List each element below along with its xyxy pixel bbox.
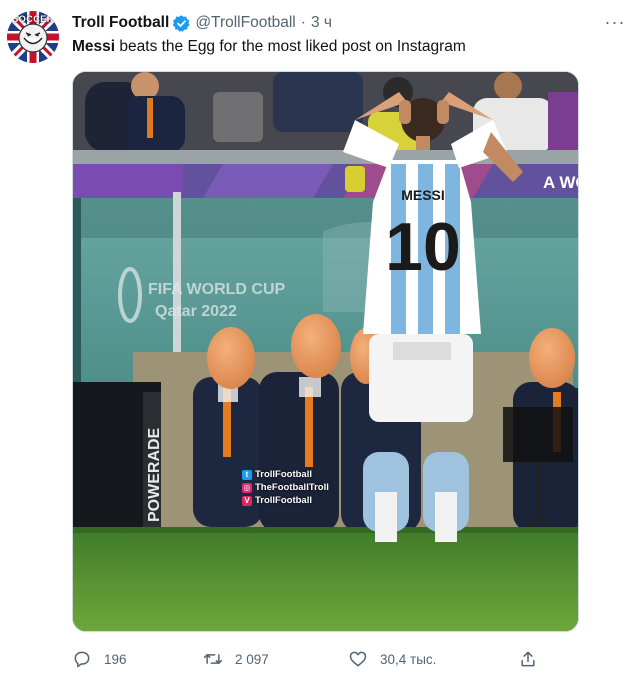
watermark-instagram: ◎ TheFootballTroll	[242, 482, 329, 493]
heart-icon	[349, 651, 367, 667]
more-options-icon[interactable]: ···	[604, 12, 626, 32]
avatar-text: SOCCER	[12, 14, 54, 24]
avatar[interactable]: SOCCER	[7, 11, 59, 63]
reply-count: 196	[104, 651, 127, 667]
share-button[interactable]	[518, 649, 550, 669]
banner-text: A WO	[543, 173, 579, 192]
separator: ·	[300, 14, 306, 31]
twitter-icon: t	[242, 469, 252, 480]
retweet-button[interactable]: 2 097	[203, 649, 269, 669]
tweet-header: Troll Football @TrollFootball · 3 ч	[72, 12, 590, 34]
display-name[interactable]: Troll Football	[72, 14, 169, 32]
watermark-label: TrollFootball	[255, 495, 312, 506]
board-title: FIFA WORLD CUP	[148, 281, 286, 298]
watermark-vk: V TrollFootball	[242, 495, 312, 506]
timestamp[interactable]: 3 ч	[311, 14, 332, 32]
watermark-label: TheFootballTroll	[255, 482, 329, 493]
like-count: 30,4 тыс.	[380, 651, 437, 667]
shirt-name: MESSI	[401, 187, 445, 203]
handle[interactable]: @TrollFootball	[195, 14, 295, 32]
vk-icon: V	[242, 495, 252, 506]
watermark-twitter: t TrollFootball	[242, 469, 312, 480]
tweet-text-bold: Messi	[72, 38, 116, 55]
retweet-count: 2 097	[235, 651, 269, 667]
retweet-icon	[203, 654, 223, 664]
tweet-text-rest: beats the Egg for the most liked post on…	[115, 38, 466, 55]
watermark-label: TrollFootball	[255, 469, 312, 480]
tweet-text: Messi beats the Egg for the most liked p…	[72, 37, 620, 57]
share-icon	[521, 651, 535, 667]
like-button[interactable]: 30,4 тыс.	[348, 649, 436, 669]
tweet-actions: 196 2 097 30,4 тыс.	[72, 646, 552, 672]
cooler-text: POWERADE	[146, 427, 163, 522]
verified-badge-icon	[172, 14, 191, 33]
shirt-number: 10	[385, 209, 461, 285]
reply-icon	[74, 651, 90, 668]
instagram-icon: ◎	[242, 482, 252, 493]
reply-button[interactable]: 196	[72, 649, 127, 669]
board-subtitle: Qatar 2022	[155, 303, 237, 320]
tweet-photo[interactable]: A WO FIFA WORLD CUP Qatar 2022	[72, 71, 579, 632]
tweet[interactable]: SOCCER Troll Football @TrollFootball · 3…	[0, 0, 640, 675]
